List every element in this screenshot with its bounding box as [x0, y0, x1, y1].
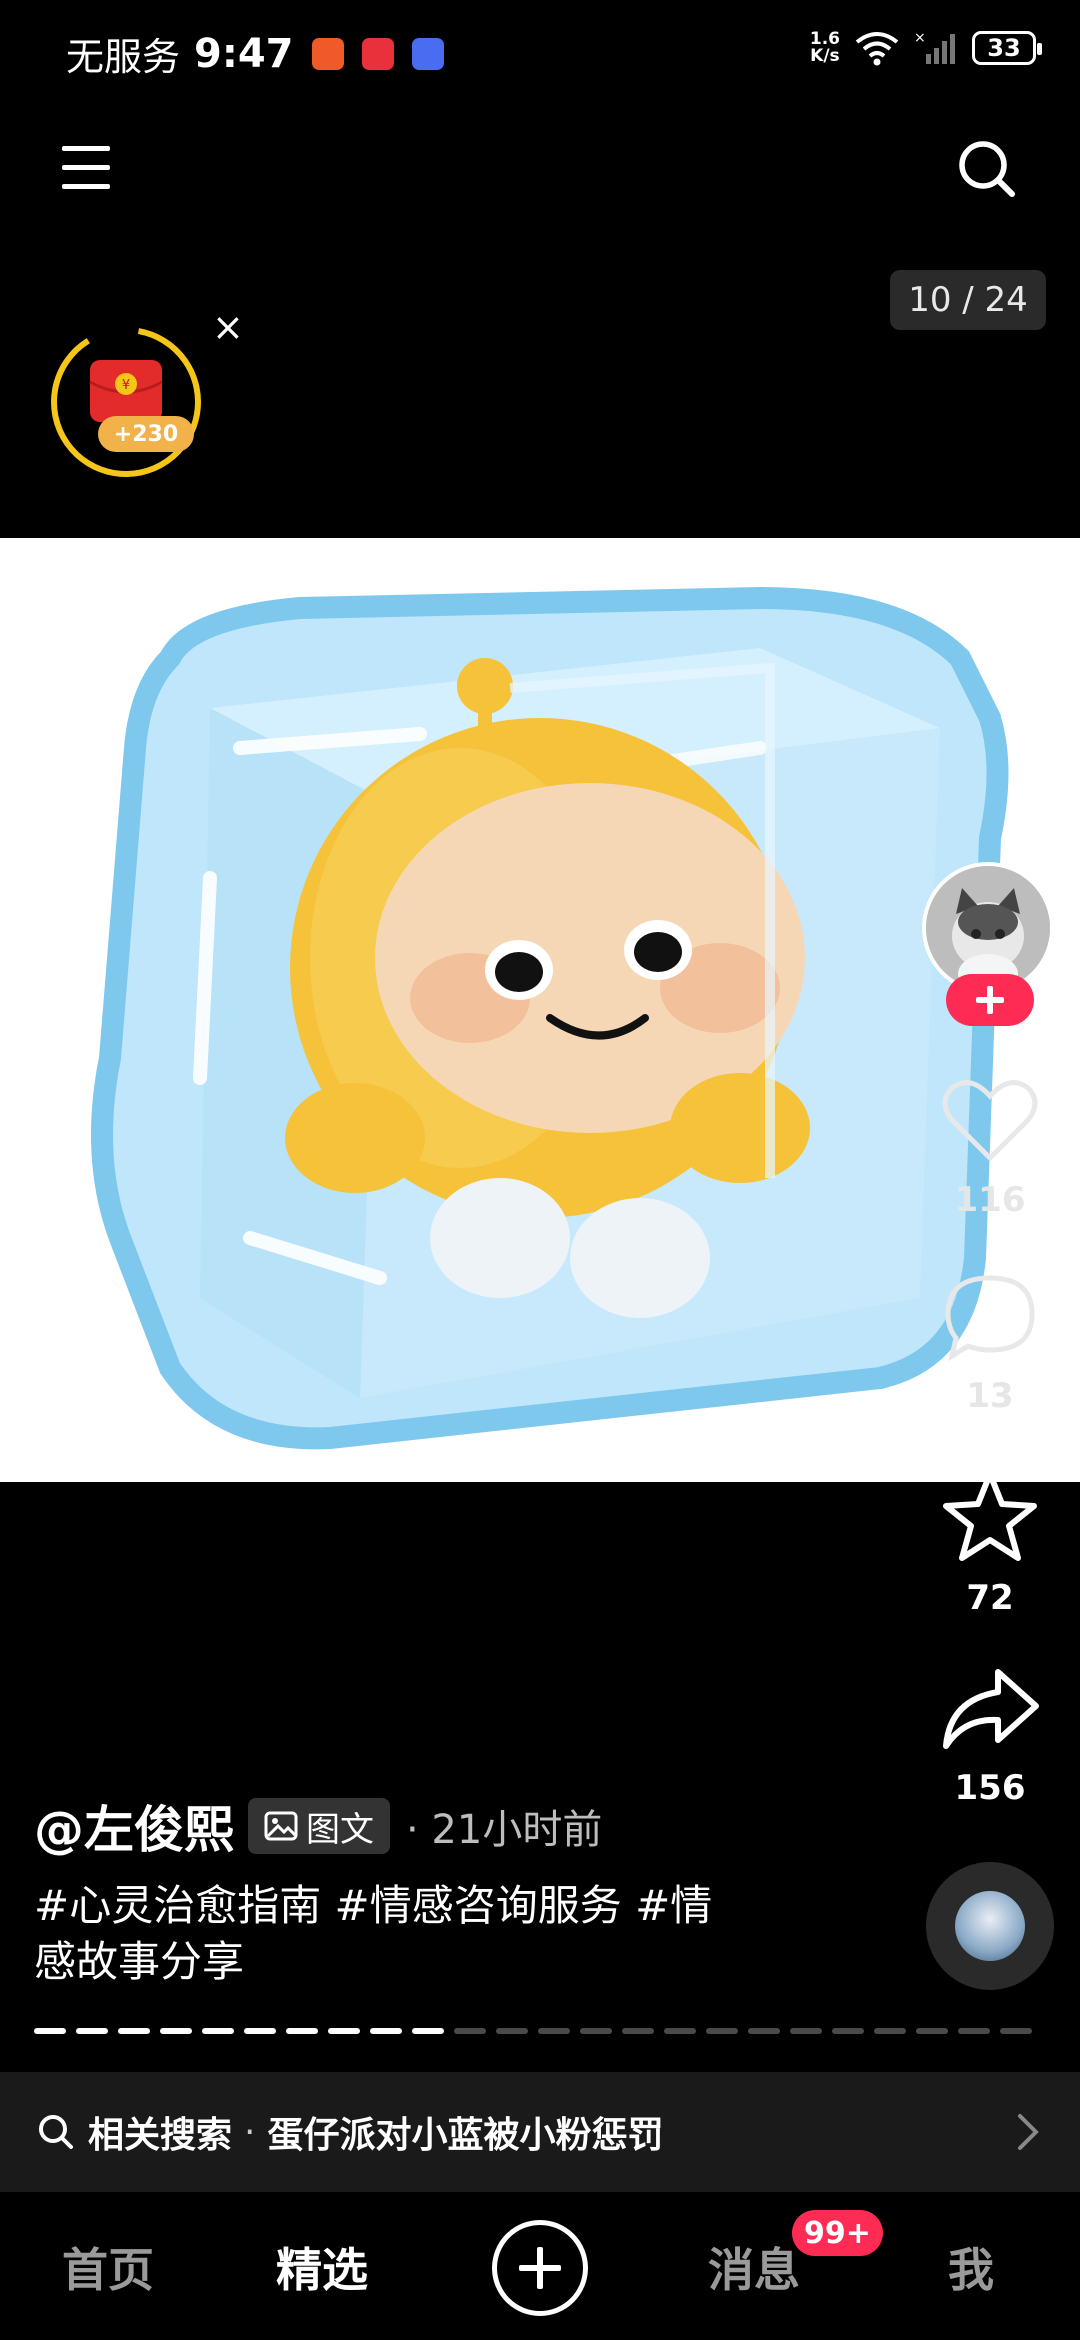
comment-button[interactable]: 13 — [930, 1272, 1050, 1416]
progress-segment — [1000, 2028, 1032, 2034]
progress-segment — [664, 2028, 696, 2034]
music-disc[interactable] — [926, 1862, 1054, 1990]
comment-icon — [945, 1275, 1035, 1362]
reward-progress-ring: ¥ — [51, 327, 201, 477]
message-notification-icon — [361, 37, 394, 70]
progress-segment — [790, 2028, 822, 2034]
wifi-icon — [855, 32, 899, 66]
post-caption[interactable]: #心灵治愈指南 #情感咨询服务 #情感故事分享 — [34, 1878, 754, 1990]
progress-segment — [958, 2028, 990, 2034]
status-bar: 无服务 9:47 1.6 K/s × 33 — [0, 0, 1080, 100]
battery-indicator: 33 — [972, 31, 1042, 65]
reward-points-badge: +230 — [98, 416, 194, 452]
related-search-bar[interactable]: 相关搜索 · 蛋仔派对小蓝被小粉惩罚 — [0, 2072, 1080, 2192]
red-packet-reward-widget[interactable]: ¥ +230 — [48, 324, 204, 480]
heart-icon — [942, 1080, 1038, 1162]
like-button[interactable]: 116 — [930, 1076, 1050, 1220]
search-icon[interactable] — [956, 138, 1018, 200]
close-icon[interactable]: × — [212, 308, 244, 346]
progress-segment — [706, 2028, 738, 2034]
favorite-button[interactable]: 72 — [930, 1468, 1050, 1618]
tab-messages[interactable]: 消息 — [708, 2234, 800, 2300]
image-progress-bar — [34, 2028, 1032, 2034]
music-notification-icon — [411, 37, 444, 70]
progress-segment — [328, 2028, 360, 2034]
tab-home[interactable]: 首页 — [62, 2234, 154, 2300]
comment-count: 13 — [966, 1376, 1014, 1416]
search-icon — [39, 2115, 73, 2149]
image-icon — [264, 1811, 298, 1841]
star-icon — [943, 1471, 1037, 1561]
progress-segment — [496, 2028, 528, 2034]
progress-segment — [916, 2028, 948, 2034]
progress-segment — [244, 2028, 276, 2034]
plus-icon — [976, 986, 1004, 1014]
tab-me[interactable]: 我 — [948, 2234, 994, 2300]
post-time: · 21小时前 — [406, 1807, 603, 1853]
svg-text:¥: ¥ — [122, 378, 130, 393]
carrier-text: 无服务 — [66, 35, 181, 79]
clock: 9:47 — [194, 30, 294, 77]
network-speed: 1.6 K/s — [809, 29, 840, 66]
create-post-button[interactable] — [492, 2220, 588, 2316]
post-meta-row: @左俊熙 图文 · 21小时前 — [34, 1790, 602, 1862]
progress-segment — [370, 2028, 402, 2034]
progress-segment — [118, 2028, 150, 2034]
follow-button[interactable] — [946, 974, 1034, 1026]
image-page-counter: 10 / 24 — [890, 270, 1046, 330]
ice-cube-character-illustration — [91, 586, 1009, 1450]
related-search-query: 蛋仔派对小蓝被小粉惩罚 — [267, 2115, 664, 2156]
music-cover-image — [955, 1891, 1025, 1961]
progress-segment — [748, 2028, 780, 2034]
progress-segment — [538, 2028, 570, 2034]
chevron-right-icon — [1018, 2114, 1039, 2150]
share-arrow-icon — [943, 1669, 1039, 1749]
favorite-count: 72 — [966, 1578, 1014, 1618]
progress-segment — [622, 2028, 654, 2034]
progress-segment — [160, 2028, 192, 2034]
app-notification-icon — [311, 37, 344, 70]
related-search-label: 相关搜索 — [88, 2115, 233, 2156]
author-name[interactable]: @左俊熙 — [34, 1790, 234, 1862]
plus-icon — [519, 2247, 561, 2289]
separator: · — [244, 2111, 256, 2153]
post-image[interactable] — [0, 538, 1080, 1482]
progress-segment — [412, 2028, 444, 2034]
share-count: 156 — [954, 1768, 1026, 1808]
progress-segment — [202, 2028, 234, 2034]
post-type-tag: 图文 — [248, 1798, 390, 1854]
share-button[interactable]: 156 — [930, 1664, 1050, 1808]
progress-segment — [76, 2028, 108, 2034]
progress-segment — [580, 2028, 612, 2034]
progress-segment — [832, 2028, 864, 2034]
progress-segment — [34, 2028, 66, 2034]
messages-badge: 99+ — [792, 2210, 883, 2256]
progress-segment — [454, 2028, 486, 2034]
like-count: 116 — [954, 1180, 1026, 1220]
cat-avatar-image — [926, 866, 1050, 990]
svg-text:×: × — [914, 30, 926, 46]
bottom-navigation: 首页 精选 消息 99+ 我 — [0, 2192, 1080, 2340]
signal-icon: × — [914, 30, 955, 64]
tab-featured[interactable]: 精选 — [276, 2234, 368, 2300]
progress-segment — [874, 2028, 906, 2034]
menu-icon[interactable] — [60, 142, 112, 194]
progress-segment — [286, 2028, 318, 2034]
